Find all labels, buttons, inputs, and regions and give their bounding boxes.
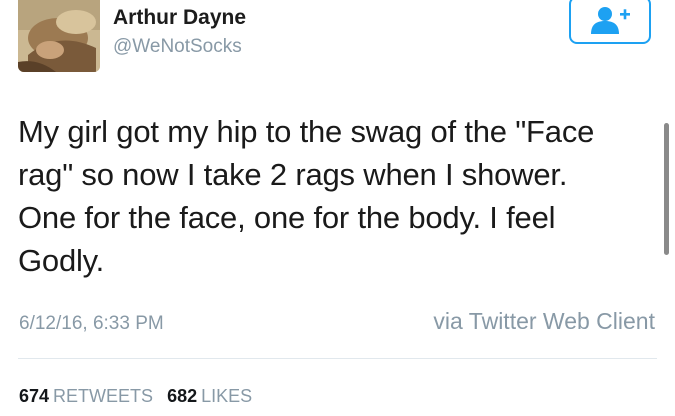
tweet-text-line: rag" so now I take 2 rags when I shower.	[18, 157, 568, 192]
tweet-timestamp[interactable]: 6/12/16, 6:33 PM	[19, 313, 164, 335]
tweet-text-line: My girl got my hip to the swag of the "F…	[18, 114, 595, 149]
likes-count: 682	[167, 386, 198, 406]
author-handle[interactable]: @WeNotSocks	[113, 36, 242, 58]
likes-stat[interactable]: 682 LIKES	[167, 386, 252, 406]
retweets-label: RETWEETS	[53, 386, 154, 406]
tweet-text-line: One for the face, one for the body. I fe…	[18, 200, 556, 235]
tweet-stats: 674 RETWEETS 682 LIKES	[19, 386, 252, 407]
tweet-source[interactable]: via Twitter Web Client	[433, 308, 655, 335]
author-name[interactable]: Arthur Dayne	[113, 6, 246, 30]
retweets-stat[interactable]: 674 RETWEETS	[19, 386, 153, 406]
tweet-text-line: Godly.	[18, 243, 105, 278]
avatar[interactable]	[18, 0, 100, 72]
follow-button[interactable]	[569, 0, 651, 44]
likes-label: LIKES	[201, 386, 253, 406]
add-user-icon	[591, 7, 630, 34]
retweets-count: 674	[19, 386, 50, 406]
scrollbar[interactable]	[664, 123, 669, 255]
divider	[18, 358, 657, 359]
tweet-text: My girl got my hip to the swag of the "F…	[18, 110, 663, 282]
avatar-photo	[18, 0, 100, 72]
